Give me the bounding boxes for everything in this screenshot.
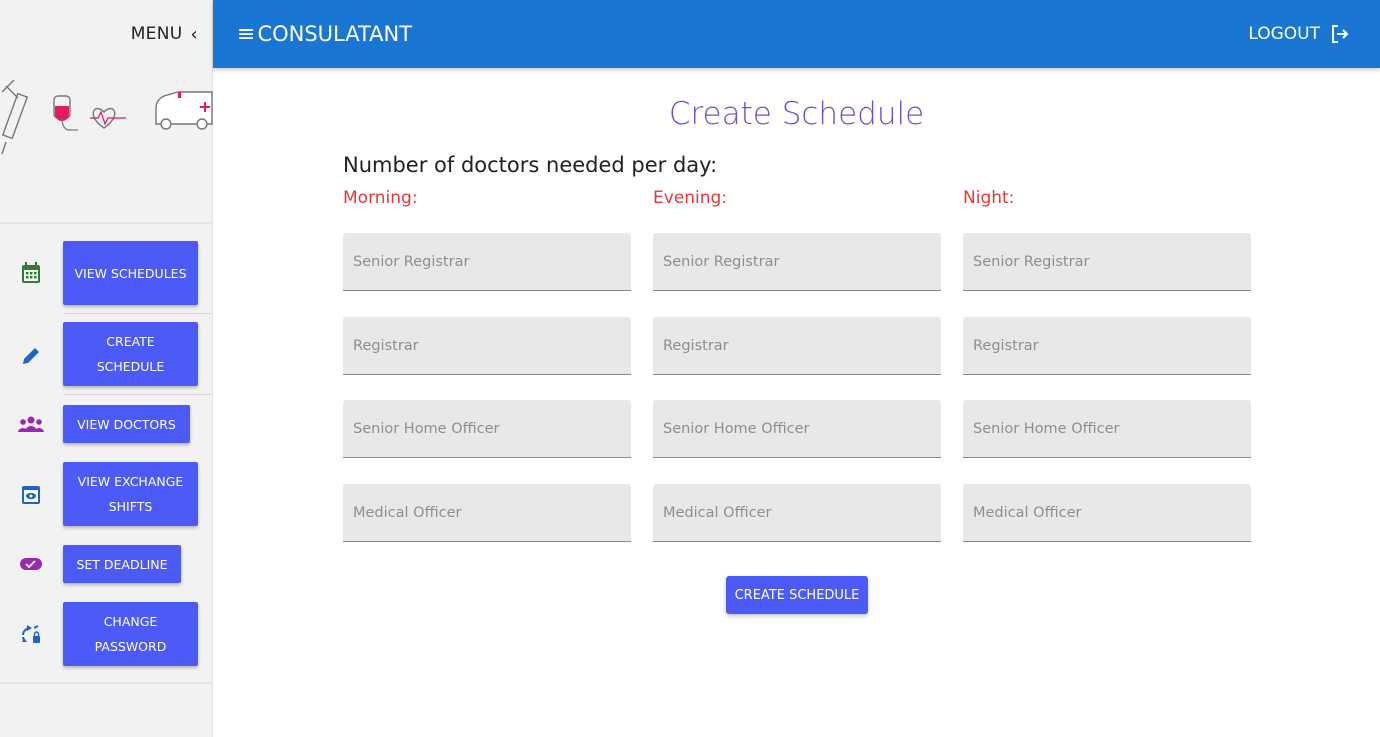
morning-senior-home-officer-input[interactable]: [343, 400, 631, 458]
sidebar-item-create-schedule: CREATE SCHEDULE: [0, 322, 213, 386]
pencil-icon: [18, 343, 44, 369]
medical-illustration: [1, 79, 213, 155]
app-title: ≡ CONSULATANT: [213, 22, 412, 47]
night-senior-registrar-input[interactable]: [963, 233, 1251, 291]
sidebar-item-view-schedules: VIEW SCHEDULES: [0, 241, 213, 305]
sidebar: MENU ‹ VIEW SCHEDULES CREATE SCHEDULE VI…: [0, 0, 213, 737]
view-exchange-shifts-button[interactable]: VIEW EXCHANGE SHIFTS: [63, 462, 198, 526]
sidebar-row-divider: [63, 313, 213, 314]
sync-lock-icon: [18, 622, 44, 648]
night-senior-home-officer-input[interactable]: [963, 400, 1251, 458]
sidebar-item-view-doctors: VIEW DOCTORS: [0, 405, 213, 443]
chevron-left-icon: ‹: [190, 23, 198, 45]
change-password-button[interactable]: CHANGE PASSWORD: [63, 602, 198, 666]
menu-toggle[interactable]: MENU ‹: [0, 0, 212, 68]
night-medical-officer-input[interactable]: [963, 484, 1251, 542]
evening-senior-registrar-input[interactable]: [653, 233, 941, 291]
create-schedule-nav-button[interactable]: CREATE SCHEDULE: [63, 322, 198, 386]
create-schedule-submit-button[interactable]: CREATE SCHEDULE: [726, 576, 868, 614]
app-title-text: CONSULATANT: [257, 22, 413, 46]
syringe-icon: [1, 79, 29, 155]
toggle-check-icon: [18, 551, 44, 577]
night-registrar-input[interactable]: [963, 317, 1251, 375]
ambulance-icon: [155, 91, 213, 130]
hamburger-icon[interactable]: ≡: [237, 22, 255, 47]
group-icon: [18, 411, 44, 437]
blood-bag-icon: [53, 95, 78, 131]
sidebar-row-divider: [63, 394, 213, 395]
top-app-bar: ≡ CONSULATANT LOGOUT: [213, 0, 1380, 68]
logout-button[interactable]: LOGOUT: [1248, 24, 1380, 44]
sidebar-divider-top: [0, 222, 213, 224]
calendar-icon: [18, 260, 44, 286]
heart-icon: [90, 107, 126, 129]
night-label: Night:: [963, 188, 1015, 208]
morning-senior-registrar-input[interactable]: [343, 233, 631, 291]
set-deadline-button[interactable]: SET DEADLINE: [63, 545, 181, 583]
sidebar-item-view-exchange-shifts: VIEW EXCHANGE SHIFTS: [0, 462, 213, 526]
form-subtitle: Number of doctors needed per day:: [343, 153, 718, 177]
evening-registrar-input[interactable]: [653, 317, 941, 375]
sidebar-divider-bottom: [0, 682, 213, 684]
evening-label: Evening:: [653, 188, 728, 208]
morning-medical-officer-input[interactable]: [343, 484, 631, 542]
logout-icon: [1332, 25, 1349, 43]
page-title: Create Schedule: [668, 96, 925, 132]
eye-icon: [18, 482, 44, 508]
evening-medical-officer-input[interactable]: [653, 484, 941, 542]
sidebar-item-change-password: CHANGE PASSWORD: [0, 602, 213, 666]
menu-label: MENU: [130, 24, 183, 44]
sidebar-item-set-deadline: SET DEADLINE: [0, 545, 213, 583]
morning-registrar-input[interactable]: [343, 317, 631, 375]
morning-label: Morning:: [343, 188, 418, 208]
view-doctors-button[interactable]: VIEW DOCTORS: [63, 405, 190, 443]
logout-label: LOGOUT: [1248, 24, 1320, 44]
view-schedules-button[interactable]: VIEW SCHEDULES: [63, 241, 198, 305]
evening-senior-home-officer-input[interactable]: [653, 400, 941, 458]
